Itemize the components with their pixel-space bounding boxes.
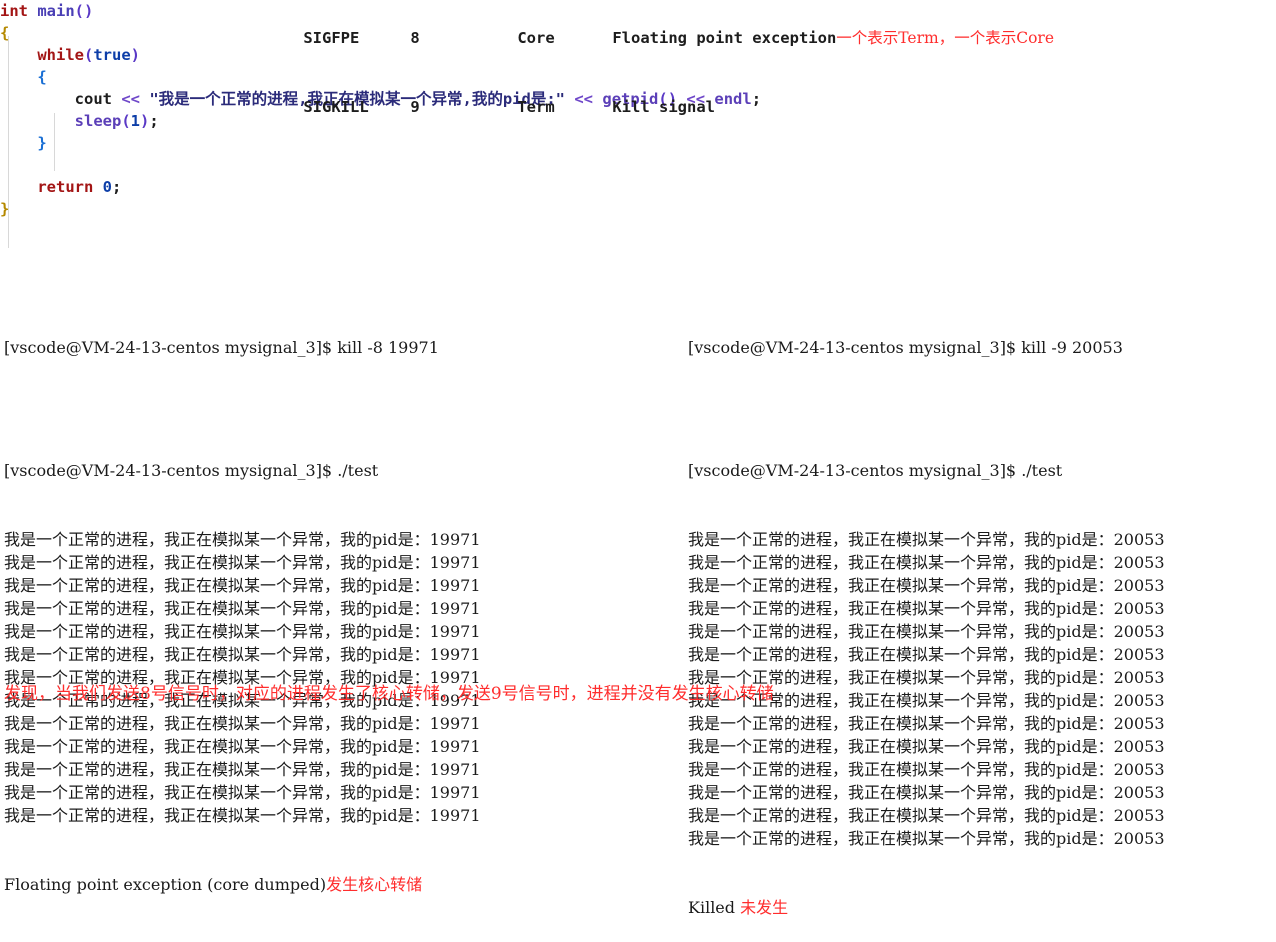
exit-message: Killed <box>688 898 736 917</box>
terminal-output-line: 我是一个正常的进程，我正在模拟某一个异常，我的pid是：19971 <box>4 553 481 572</box>
code-token: cout <box>74 90 112 108</box>
terminal-output-line: 我是一个正常的进程，我正在模拟某一个异常，我的pid是：19971 <box>4 714 481 733</box>
code-token: { <box>0 24 10 42</box>
code-token: true <box>93 46 131 64</box>
code-token: 0 <box>102 178 113 196</box>
code-token: ( <box>121 112 131 130</box>
terminal-output-line: 我是一个正常的进程，我正在模拟某一个异常，我的pid是：19971 <box>4 576 481 595</box>
exit-annotation: 未发生 <box>735 898 789 917</box>
terminal-output-left: 我是一个正常的进程，我正在模拟某一个异常，我的pid是：19971 我是一个正常的… <box>4 528 644 827</box>
terminal-output-line: 我是一个正常的进程，我正在模拟某一个异常，我的pid是：20053 <box>688 530 1165 549</box>
terminal-output-line: 我是一个正常的进程，我正在模拟某一个异常，我的pid是：19971 <box>4 599 481 618</box>
terminal-output-line: 我是一个正常的进程，我正在模拟某一个异常，我的pid是：19971 <box>4 737 481 756</box>
terminal-output-line: 我是一个正常的进程，我正在模拟某一个异常，我的pid是：20053 <box>688 599 1165 618</box>
terminal-output-line: 我是一个正常的进程，我正在模拟某一个异常，我的pid是：20053 <box>688 668 1165 687</box>
terminal-output-line: 我是一个正常的进程，我正在模拟某一个异常，我的pid是：20053 <box>688 576 1165 595</box>
code-token: while <box>37 46 84 64</box>
code-token: ( <box>84 46 94 64</box>
terminal-output-line: 我是一个正常的进程，我正在模拟某一个异常，我的pid是：20053 <box>688 806 1165 825</box>
terminal-output-line: 我是一个正常的进程，我正在模拟某一个异常，我的pid是：20053 <box>688 691 1165 710</box>
terminal-output-line: 我是一个正常的进程，我正在模拟某一个异常，我的pid是：19971 <box>4 806 481 825</box>
terminal-output-line: 我是一个正常的进程，我正在模拟某一个异常，我的pid是：20053 <box>688 737 1165 756</box>
signal-action: Term <box>517 98 555 116</box>
table-row: SIGFPE 8 Core Floating point exception一个表示T… <box>266 4 1054 73</box>
code-token: main <box>37 2 75 20</box>
signal-number: 8 <box>410 29 420 47</box>
code-token: ) <box>140 112 150 130</box>
terminal-output-line: 我是一个正常的进程，我正在模拟某一个异常，我的pid是：19971 <box>4 783 481 802</box>
terminal-right[interactable]: [vscode@VM-24-13-centos mysignal_3]$ kil… <box>688 290 1276 942</box>
code-token: return <box>37 178 94 196</box>
signal-description: Floating point exception <box>612 29 837 47</box>
code-token: ; <box>149 112 159 130</box>
code-token: int <box>0 2 38 20</box>
terminal-output-right: 我是一个正常的进程，我正在模拟某一个异常，我的pid是：20053 我是一个正常的… <box>688 528 1276 850</box>
terminal-exit-line: Killed 未发生 <box>688 896 1276 919</box>
code-token: ; <box>112 178 122 196</box>
signal-man-table: SIGFPE 8 Core Floating point exception一个表示T… <box>266 4 1054 142</box>
code-token: 1 <box>130 112 141 130</box>
signal-number: 9 <box>410 98 420 116</box>
code-token: << <box>121 90 140 108</box>
terminal-output-line: 我是一个正常的进程，我正在模拟某一个异常，我的pid是：20053 <box>688 783 1165 802</box>
signal-table-annotation: 一个表示Term，一个表示Core <box>836 29 1054 47</box>
signal-name: SIGKILL <box>303 98 369 116</box>
exit-annotation: 发生核心转储 <box>326 875 423 894</box>
summary-annotation: 发现，当我们发送8号信号时，对应的进程发生了核心转储，发送9号信号时，进程并没有… <box>4 684 774 704</box>
code-line: } <box>0 198 640 220</box>
code-token: } <box>0 200 10 218</box>
terminal-output-line: 我是一个正常的进程，我正在模拟某一个异常，我的pid是：19971 <box>4 760 481 779</box>
code-token: { <box>37 68 47 86</box>
code-token: ) <box>130 46 141 64</box>
terminal-output-line: 我是一个正常的进程，我正在模拟某一个异常，我的pid是：20053 <box>688 645 1165 664</box>
terminal-output-line: 我是一个正常的进程，我正在模拟某一个异常，我的pid是：20053 <box>688 553 1165 572</box>
signal-action: Core <box>517 29 555 47</box>
terminal-output-line: 我是一个正常的进程，我正在模拟某一个异常，我的pid是：20053 <box>688 760 1165 779</box>
table-row: SIGKILL 9 Term Kill signal <box>266 73 1054 142</box>
code-token: () <box>74 2 94 20</box>
terminal-prompt-run: [vscode@VM-24-13-centos mysignal_3]$ ./t… <box>688 461 1063 480</box>
terminal-output-line: 我是一个正常的进程，我正在模拟某一个异常，我的pid是：19971 <box>4 530 481 549</box>
terminal-prompt-kill: [vscode@VM-24-13-centos mysignal_3]$ kil… <box>4 338 439 357</box>
terminal-output-line: 我是一个正常的进程，我正在模拟某一个异常，我的pid是：19971 <box>4 622 481 641</box>
terminal-output-line: 我是一个正常的进程，我正在模拟某一个异常，我的pid是：19971 <box>4 645 481 664</box>
code-token: sleep <box>74 112 122 130</box>
terminal-output-line: 我是一个正常的进程，我正在模拟某一个异常，我的pid是：20053 <box>688 829 1165 848</box>
terminal-prompt-kill: [vscode@VM-24-13-centos mysignal_3]$ kil… <box>688 338 1123 357</box>
signal-name: SIGFPE <box>303 29 360 47</box>
terminal-left[interactable]: [vscode@VM-24-13-centos mysignal_3]$ kil… <box>4 290 644 919</box>
signal-description: Kill signal <box>612 98 715 116</box>
terminal-output-line: 我是一个正常的进程，我正在模拟某一个异常，我的pid是：20053 <box>688 714 1165 733</box>
code-line: return 0; <box>0 176 640 198</box>
terminal-exit-line: Floating point exception (core dumped)发生… <box>4 873 644 896</box>
terminal-output-line: 我是一个正常的进程，我正在模拟某一个异常，我的pid是：20053 <box>688 622 1165 641</box>
code-token: } <box>37 134 47 152</box>
terminal-prompt-run: [vscode@VM-24-13-centos mysignal_3]$ ./t… <box>4 461 379 480</box>
exit-message: Floating point exception (core dumped) <box>4 875 327 894</box>
